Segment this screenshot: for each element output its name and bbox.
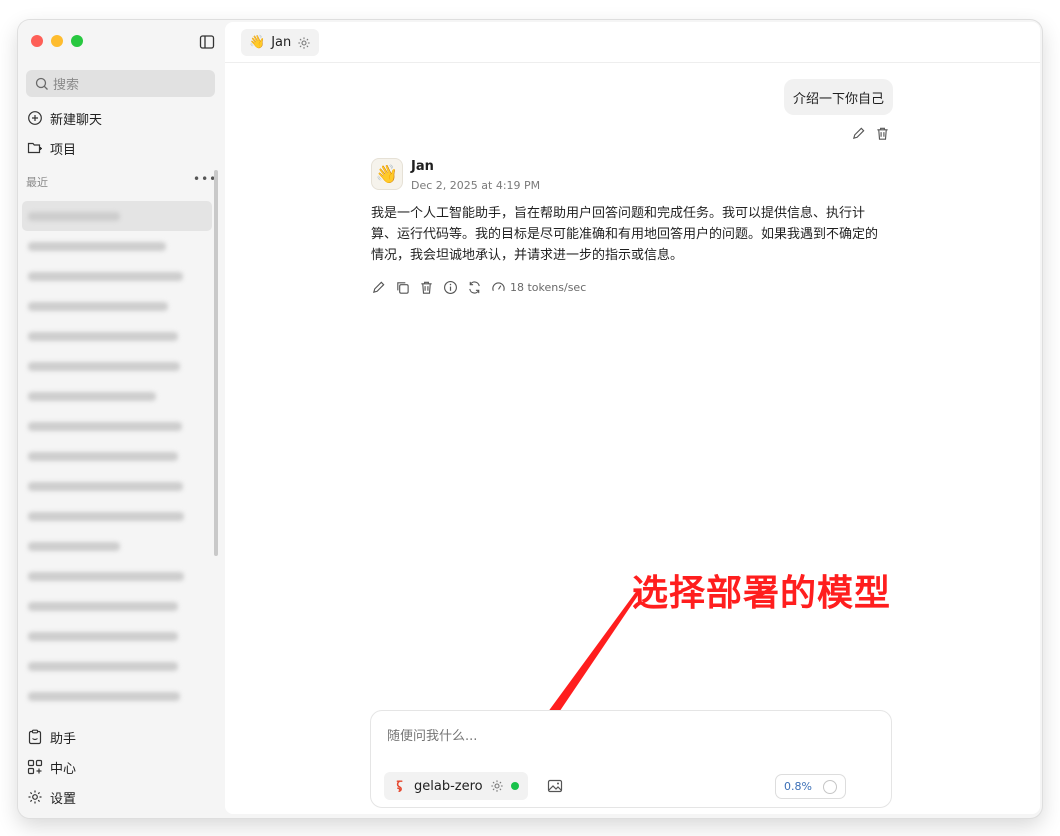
new-chat-button[interactable]: 新建聊天 [27,108,102,128]
recent-chat-item[interactable] [22,651,212,681]
recent-chat-item[interactable] [22,531,212,561]
user-message-actions [851,126,890,141]
recent-chat-item[interactable] [22,471,212,501]
settings-nav-label: 设置 [50,791,77,807]
sidebar-toggle-icon[interactable] [199,34,215,50]
search-placeholder: 搜索 [53,78,80,93]
recent-chat-item[interactable] [22,411,212,441]
chat-panel: 👋 Jan 介绍一下你自己 👋 Jan Dec 2, 2025 at 4:19 … [225,22,1040,814]
info-icon[interactable] [443,280,458,295]
chat-header: 👋 Jan [225,22,1040,63]
assistant-name: Jan [271,35,292,50]
model-status-dot [510,782,519,790]
edit-icon[interactable] [851,126,866,141]
context-usage-value: 0.8% [784,780,812,793]
message-line: 算、运行代码等。我的目标是尽可能准确和有用地回答用户的问题。如果我遇到不确定的 [371,227,879,242]
message-line: 情况，我会坦诚地承认，并请求进一步的指示或信息。 [371,248,684,263]
assistant-selector[interactable]: 👋 Jan [241,29,320,56]
model-logo-icon [396,780,403,792]
copy-icon[interactable] [395,280,410,295]
settings-nav-button[interactable]: 设置 [27,787,76,807]
recent-section-label: 最近 [26,176,48,189]
edit-icon[interactable] [371,280,386,295]
context-usage-indicator[interactable]: 0.8% [775,774,846,799]
recent-chat-item[interactable] [22,441,212,471]
sidebar-scrollbar[interactable] [214,170,218,556]
message-input[interactable] [387,729,867,744]
trash-icon[interactable] [419,280,434,295]
hub-nav-button[interactable]: 中心 [27,757,76,777]
search-input[interactable]: 搜索 [26,70,215,97]
annotation-arrow [497,589,641,793]
recent-chat-item[interactable] [22,201,212,231]
recent-chat-item[interactable] [22,501,212,531]
clipboard-smile-icon [28,729,42,745]
assistant-nav-button[interactable]: 助手 [27,727,76,747]
message-timestamp: Dec 2, 2025 at 4:19 PM [411,179,541,192]
app-window: 搜索 新建聊天 项目 最近 ••• 助手 中心 设置 👋 Jan 介绍一下你自己… [18,20,1042,818]
grid-icon [27,759,43,775]
recent-chat-item[interactable] [22,291,212,321]
assistant-message-author: Jan [411,159,434,174]
model-selector-button[interactable]: gelab-zero [384,772,528,800]
recent-chat-item[interactable] [22,321,212,351]
search-icon [35,77,48,90]
progress-ring-icon [823,779,837,794]
assistant-nav-label: 助手 [50,731,77,747]
projects-button[interactable]: 项目 [27,138,76,158]
recent-chat-item[interactable] [22,381,212,411]
close-window-button[interactable] [31,35,43,47]
assistant-message: 我是一个人工智能助手，旨在帮助用户回答问题和完成任务。我可以提供信息、执行计 算… [371,203,887,266]
recent-chat-item[interactable] [22,621,212,651]
folder-plus-icon [27,142,42,154]
minimize-window-button[interactable] [51,35,63,47]
hub-nav-label: 中心 [50,761,77,777]
new-chat-label: 新建聊天 [50,112,103,128]
recent-chat-item[interactable] [22,681,212,711]
gear-icon [28,790,42,804]
regenerate-icon[interactable] [467,280,482,295]
gear-icon[interactable] [297,36,311,50]
model-name: gelab-zero [414,778,483,794]
image-upload-icon[interactable] [547,778,563,794]
message-composer: gelab-zero 0.8% [370,710,892,808]
message-line: 我是一个人工智能助手，旨在帮助用户回答问题和完成任务。我可以提供信息、执行计 [371,206,866,221]
trash-icon[interactable] [875,126,890,141]
window-controls [31,35,83,47]
recent-chat-item[interactable] [22,591,212,621]
speedometer-icon [492,282,505,292]
recent-chat-item[interactable] [22,231,212,261]
projects-label: 项目 [50,142,77,158]
annotation-label: 选择部署的模型 [632,573,892,614]
zoom-window-button[interactable] [71,35,83,47]
gear-icon[interactable] [490,779,504,793]
recent-chat-list [22,201,212,711]
recent-chat-item[interactable] [22,351,212,381]
recent-chat-item[interactable] [22,561,212,591]
sidebar: 搜索 新建聊天 项目 最近 ••• 助手 中心 设置 [18,20,232,818]
recent-chat-item[interactable] [22,261,212,291]
avatar: 👋 [371,158,403,190]
plus-circle-icon [28,111,42,125]
tokens-per-second: 18 tokens/sec [510,281,587,294]
user-message: 介绍一下你自己 [784,79,894,115]
waving-hand-icon: 👋 [249,35,266,50]
assistant-message-actions: 18 tokens/sec [371,280,586,295]
